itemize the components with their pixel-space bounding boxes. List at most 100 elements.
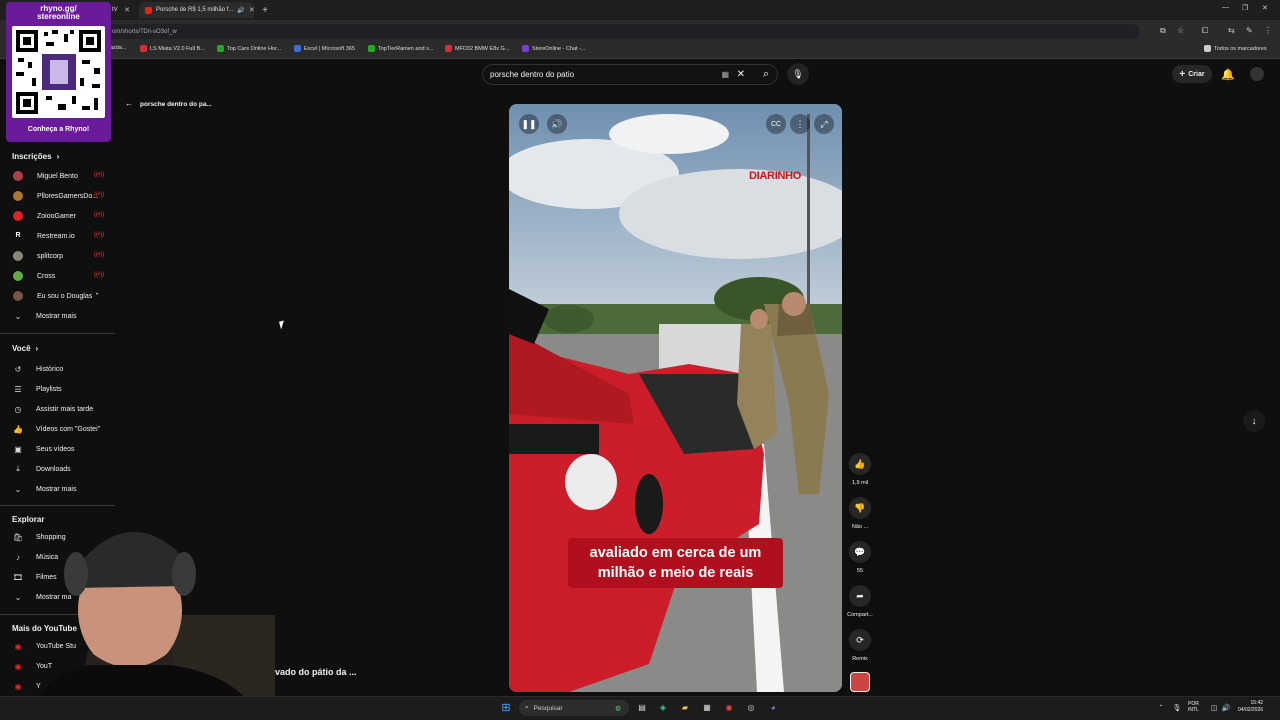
remix-icon[interactable]: ⟳: [849, 629, 871, 651]
avatar[interactable]: [1250, 67, 1264, 81]
install-app-icon[interactable]: ⧉: [1160, 26, 1166, 36]
search-button[interactable]: ⌕: [754, 64, 778, 85]
pause-button[interactable]: ❚❚: [519, 114, 539, 134]
share-icon[interactable]: ➦: [849, 585, 871, 607]
video-frame: [509, 104, 842, 692]
video-icon: ▣: [14, 444, 22, 454]
more-options-button[interactable]: ⋮: [790, 114, 810, 134]
sidebar-item-history[interactable]: ↺ Histórico: [12, 362, 64, 376]
sidebar-item-subscription[interactable]: Cross: [12, 269, 55, 283]
bookmark-item[interactable]: TopTierRamen and s...: [368, 45, 433, 52]
browser-tab-active[interactable]: Porsche de R$ 1,5 milhão f... 🔊 ✕: [139, 2, 254, 18]
close-tab-icon[interactable]: ✕: [124, 6, 130, 14]
tab-search-icon[interactable]: ⇆: [1228, 26, 1235, 35]
video-caption: avaliado em cerca de um milhão e meio de…: [568, 538, 783, 588]
chrome-menu-icon[interactable]: ⋮: [1264, 26, 1272, 35]
obs-icon[interactable]: ◎: [745, 701, 757, 714]
bookmark-favicon-icon: [294, 45, 301, 52]
language-indicator[interactable]: POR INTL: [1188, 701, 1199, 713]
fullscreen-button[interactable]: ⤢: [814, 114, 834, 134]
voice-search-button[interactable]: 🎙: [787, 63, 809, 85]
subscriptions-header[interactable]: Inscrições ›: [12, 152, 59, 161]
back-arrow-icon[interactable]: ←: [125, 99, 133, 108]
video-watermark: DIARINHO: [749, 170, 801, 182]
thumbs-down-icon[interactable]: 👎: [849, 497, 871, 519]
like-action[interactable]: 👍 1,9 mil: [848, 453, 872, 486]
extensions-icon[interactable]: ⧠: [1202, 26, 1208, 36]
speaker-icon[interactable]: 🔊: [237, 7, 244, 14]
comments-action[interactable]: 💬 55: [848, 541, 872, 574]
shorts-video-player[interactable]: [509, 104, 842, 692]
bookmark-item[interactable]: StereOnline - Chat -...: [522, 45, 586, 52]
live-indicator: ((•)): [94, 272, 105, 278]
captions-button[interactable]: CC: [766, 114, 786, 134]
create-button[interactable]: + Criar: [1172, 65, 1212, 83]
sidebar-item-subscription[interactable]: ZoiooGamer: [12, 209, 76, 223]
window-close-icon[interactable]: ✕: [1262, 4, 1268, 12]
discord-icon[interactable]: ◕: [767, 701, 779, 714]
sidebar-item-subscription[interactable]: Eu sou o Douglas: [12, 289, 92, 303]
search-value: porsche dentro do patio: [490, 70, 575, 79]
minimize-icon[interactable]: —: [1222, 4, 1229, 11]
cc-icon: CC: [770, 120, 782, 128]
network-icon[interactable]: ◫: [1208, 701, 1220, 714]
dislike-action[interactable]: 👎 Não ...: [848, 497, 872, 530]
comment-icon[interactable]: 💬: [849, 541, 871, 563]
music-note-icon: ♪: [16, 552, 20, 562]
bookmark-item[interactable]: azda...: [110, 45, 127, 51]
next-video-button[interactable]: ↓: [1243, 410, 1265, 432]
store-icon[interactable]: ▦: [701, 701, 713, 714]
kebab-menu-icon: ⋮: [795, 118, 805, 129]
sidebar-item-your-videos[interactable]: ▣ Seus vídeos: [12, 442, 74, 456]
file-explorer-icon[interactable]: ▰: [679, 701, 691, 714]
bookmark-favicon-icon: [522, 45, 529, 52]
profile-pen-icon[interactable]: ✎: [1246, 26, 1253, 35]
all-bookmarks[interactable]: Todos os marcadores: [1204, 45, 1267, 52]
thumbs-up-icon[interactable]: 👍: [849, 453, 871, 475]
copilot-icon[interactable]: ◈: [657, 701, 669, 714]
notifications-bell-icon[interactable]: 🔔: [1220, 66, 1236, 82]
close-tab-icon[interactable]: ✕: [249, 6, 254, 14]
bookmark-item[interactable]: Top Cars Online Hor...: [217, 45, 281, 52]
share-action[interactable]: ➦ Compart...: [847, 585, 873, 618]
sound-thumbnail[interactable]: [850, 672, 870, 692]
channel-avatar: [13, 211, 23, 221]
back-link-title[interactable]: porsche dentro do pa...: [140, 101, 212, 108]
bookmark-item[interactable]: MFD32 BMW E8x G...: [445, 45, 509, 52]
bookmark-favicon-icon: [217, 45, 224, 52]
taskbar-search[interactable]: ⌕ Pesquisar ◍: [519, 700, 629, 716]
keyboard-icon[interactable]: ▦: [721, 70, 729, 79]
tray-chevron-icon[interactable]: ⌃: [1155, 701, 1167, 714]
youtube-kids-icon: ◉: [14, 681, 22, 691]
sidebar-show-more[interactable]: ⌄ Mostrar mais: [12, 482, 77, 496]
search-input[interactable]: porsche dentro do patio ▦ ✕: [482, 64, 778, 85]
system-clock[interactable]: 15:42 04/02/2026: [1238, 700, 1263, 714]
windows-start-icon[interactable]: ⊞: [500, 701, 512, 714]
sidebar-item-subscription[interactable]: R Restream.io: [12, 229, 75, 243]
bookmark-star-icon[interactable]: ☆: [1177, 26, 1184, 35]
you-header[interactable]: Você ›: [12, 344, 38, 353]
clear-search-icon[interactable]: ✕: [737, 69, 745, 80]
channel-avatar: [13, 191, 23, 201]
sidebar-item-subscription[interactable]: Miguel Bento: [12, 169, 78, 183]
sidebar-item-downloads[interactable]: ⤓ Downloads: [12, 462, 70, 476]
bookmark-item[interactable]: LS Miata V2.0 Full B...: [140, 45, 205, 52]
new-tab-button[interactable]: +: [258, 3, 272, 17]
url-field[interactable]: om/shorts/7Dn-sO3of_w: [100, 24, 1140, 39]
download-icon: ⤓: [16, 464, 20, 473]
task-view-icon[interactable]: ▤: [636, 701, 648, 714]
sidebar-item-subscription[interactable]: PlloresGamersDo...: [12, 189, 98, 203]
sidebar-item-liked-videos[interactable]: 👍 Vídeos com "Gostei": [12, 422, 100, 436]
chrome-icon[interactable]: ◉: [723, 701, 735, 714]
tray-mic-icon[interactable]: 🎙: [1171, 701, 1183, 714]
video-title[interactable]: vado do pátio da ...: [275, 667, 357, 677]
sidebar-item-watch-later[interactable]: ◷ Assistir mais tarde: [12, 402, 94, 416]
volume-button[interactable]: 🔊: [547, 114, 567, 134]
remix-action[interactable]: ⟳ Remix: [848, 629, 872, 662]
volume-icon[interactable]: 🔊: [1220, 701, 1232, 714]
bookmark-item[interactable]: Excel | Microsoft 365: [294, 45, 355, 52]
sidebar-item-subscription[interactable]: splitcorp: [12, 249, 63, 263]
sidebar-show-more[interactable]: ⌄ Mostrar mais: [12, 309, 77, 323]
sidebar-item-playlists[interactable]: ☰ Playlists: [12, 382, 61, 396]
maximize-icon[interactable]: ❐: [1242, 4, 1248, 12]
